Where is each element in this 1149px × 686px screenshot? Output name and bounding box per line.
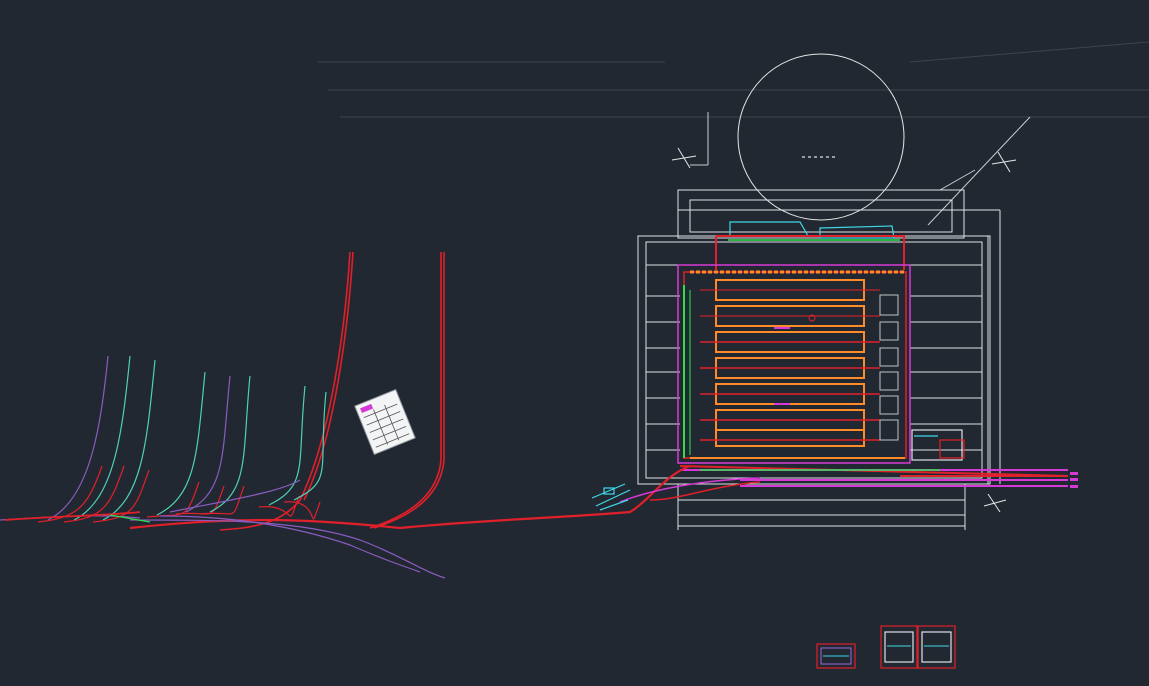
cad-drawing-canvas[interactable] xyxy=(0,0,1149,682)
detail-drawing-icon xyxy=(880,625,918,669)
service-row xyxy=(700,383,880,405)
exit-track-labels xyxy=(1070,472,1078,488)
yard-boundary xyxy=(677,264,911,464)
connector-curve-red xyxy=(649,481,761,501)
right-annex-box xyxy=(911,429,963,461)
siding-track xyxy=(156,371,206,516)
north-arrow-icon xyxy=(983,493,1007,513)
siding-track xyxy=(73,355,131,521)
north-arrow-stroke xyxy=(671,155,697,161)
exit-track-tag xyxy=(1070,485,1078,488)
upper-building-outline xyxy=(729,221,810,237)
detail-drawing-icon xyxy=(917,625,956,669)
service-row xyxy=(700,331,880,353)
service-row xyxy=(700,429,880,447)
right-annex-box xyxy=(939,439,965,459)
detail-sheet-inner xyxy=(884,631,914,663)
equipment-column xyxy=(879,294,899,441)
detail-drawing-icon xyxy=(816,643,856,669)
equipment-box xyxy=(879,321,899,341)
equipment-box xyxy=(879,419,899,441)
leader-line xyxy=(927,116,1031,226)
upper-frame xyxy=(677,189,965,239)
junction-line xyxy=(595,489,631,507)
service-row xyxy=(700,409,880,431)
siding-track xyxy=(293,391,327,501)
west-sidings xyxy=(0,355,446,579)
exit-tracks xyxy=(679,465,1069,487)
service-row xyxy=(700,305,880,327)
detail-sheet-inner xyxy=(921,631,952,663)
exit-track-tag xyxy=(1070,472,1078,475)
north-spur xyxy=(219,251,351,531)
main-line-red xyxy=(129,464,691,530)
circular-structure-outline xyxy=(737,53,905,221)
legend-sheet xyxy=(354,389,416,455)
main-line-magenta xyxy=(619,477,761,503)
north-spur xyxy=(303,251,354,501)
service-row-bay xyxy=(715,429,865,447)
equipment-box xyxy=(879,371,899,391)
upper-inner-frame xyxy=(689,199,953,233)
siding-track xyxy=(209,375,251,513)
leader-line xyxy=(939,169,976,191)
siding-track xyxy=(268,385,306,506)
reference-lines xyxy=(318,41,1149,118)
service-rows xyxy=(700,279,880,447)
junction-line xyxy=(591,483,626,499)
north-spur xyxy=(373,252,445,529)
equipment-box xyxy=(879,294,899,316)
site-plan-drawing xyxy=(0,41,1149,669)
north-arrow-icon xyxy=(991,151,1017,173)
siding-track xyxy=(185,375,231,513)
equipment-box xyxy=(879,395,899,415)
equipment-box xyxy=(879,347,899,367)
main-yard xyxy=(677,264,911,464)
north-arrow-stroke xyxy=(991,159,1017,165)
siding-track xyxy=(102,359,156,521)
north-spurs xyxy=(219,251,445,531)
circular-structure xyxy=(737,53,905,221)
siding-track-purple xyxy=(169,479,301,513)
service-row xyxy=(700,279,880,301)
middle-frame xyxy=(645,241,983,479)
north-spur xyxy=(369,252,442,529)
reference-line xyxy=(909,41,1149,63)
leader-lines xyxy=(690,112,1031,226)
siding-track-red xyxy=(37,465,103,523)
legend-table-icon xyxy=(354,389,416,455)
right-annex xyxy=(911,429,965,461)
upper-building xyxy=(715,221,905,270)
junction-cluster xyxy=(591,483,631,511)
exit-track-tag xyxy=(1070,478,1078,481)
service-row xyxy=(700,357,880,379)
